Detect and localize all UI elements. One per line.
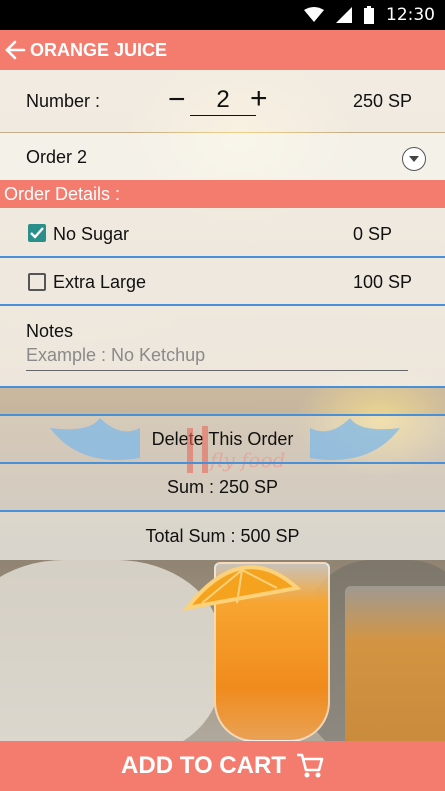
total-sum-text: Total Sum : 500 SP: [145, 525, 300, 546]
option-label: No Sugar: [53, 224, 130, 244]
orange-slice-icon: [182, 565, 302, 611]
status-time: 12:30: [386, 5, 435, 25]
divider: [0, 304, 445, 306]
order-select-value: Order 2: [26, 147, 88, 167]
notes-label: Notes: [26, 321, 74, 341]
checkbox-unchecked[interactable]: [28, 273, 46, 291]
app-bar: ORANGE JUICE: [0, 30, 445, 70]
cart-icon: [296, 753, 324, 778]
order-details-title: Order Details :: [4, 183, 121, 204]
option-extra-large[interactable]: Extra Large 100 SP: [0, 258, 445, 304]
decrement-button[interactable]: −: [168, 83, 186, 117]
signal-icon: [336, 7, 352, 23]
checkbox-checked[interactable]: [28, 224, 46, 242]
wifi-icon: [304, 7, 324, 22]
option-price: 0 SP: [353, 224, 393, 244]
unit-price: 250 SP: [353, 91, 413, 111]
page-title: ORANGE JUICE: [30, 39, 168, 60]
order-details-header: Order Details :: [0, 180, 445, 208]
divider: [0, 414, 445, 416]
fly-food-logo-text: fly food: [210, 448, 286, 472]
battery-icon: [364, 6, 374, 24]
divider: [0, 256, 445, 258]
status-bar: 12:30: [0, 0, 445, 30]
divider: [0, 510, 445, 512]
quantity-value[interactable]: 2: [190, 86, 256, 116]
divider: [0, 386, 445, 388]
back-arrow-icon[interactable]: [4, 39, 26, 61]
order-select[interactable]: Order 2: [0, 133, 445, 180]
option-no-sugar[interactable]: No Sugar 0 SP: [0, 208, 445, 256]
quantity-label: Number :: [26, 91, 101, 111]
chevron-down-icon[interactable]: [402, 147, 426, 171]
option-price: 100 SP: [353, 272, 413, 292]
add-to-cart-button[interactable]: ADD TO CART: [0, 741, 445, 791]
notes-placeholder: Example : No Ketchup: [26, 345, 206, 365]
add-to-cart-label: ADD TO CART: [121, 752, 286, 779]
juice-glass-back: [345, 586, 445, 746]
divider: [0, 462, 445, 464]
option-label: Extra Large: [53, 272, 147, 292]
fly-food-logo-icon: [50, 418, 400, 473]
quantity-row: Number : − 2 + 250 SP: [0, 70, 445, 132]
notes-input[interactable]: Example : No Ketchup: [26, 345, 408, 371]
total-sum-row: Total Sum : 500 SP: [0, 512, 445, 560]
increment-button[interactable]: +: [250, 82, 268, 116]
